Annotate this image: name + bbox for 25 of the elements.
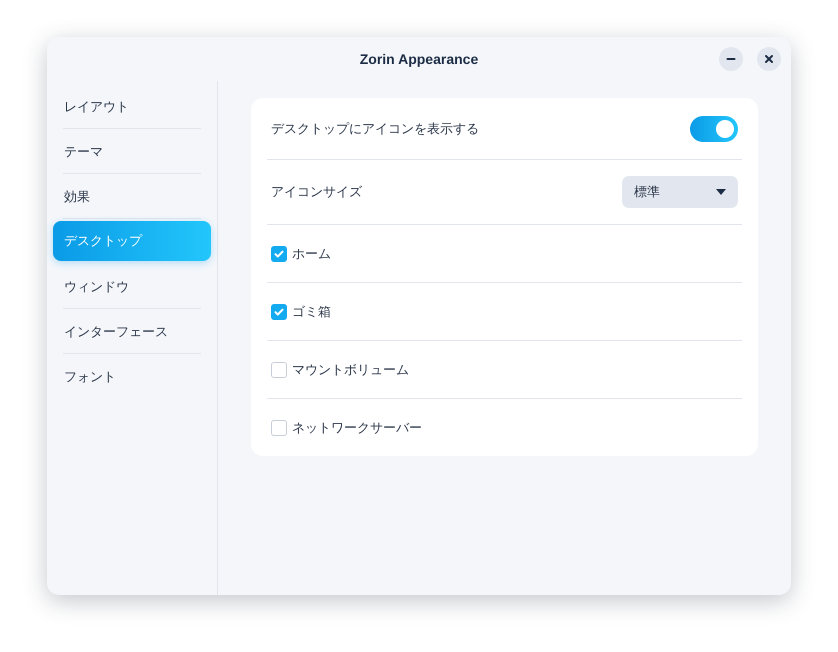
sidebar-item[interactable]: 効果 (53, 174, 211, 219)
checkbox[interactable] (271, 246, 287, 262)
minimize-button[interactable] (719, 47, 743, 71)
setting-label: デスクトップにアイコンを表示する (271, 120, 479, 138)
checkmark-icon (273, 248, 285, 260)
close-button[interactable] (757, 47, 781, 71)
sidebar-item[interactable]: ウィンドウ (53, 264, 211, 309)
checkbox-label: ホーム (292, 246, 331, 262)
window-title: Zorin Appearance (360, 51, 478, 67)
sidebar-item[interactable]: インターフェース (53, 309, 211, 354)
checkmark-icon (273, 306, 285, 318)
toggle-switch[interactable] (690, 116, 738, 142)
close-icon (764, 54, 774, 64)
checkbox-label: ネットワークサーバー (292, 420, 422, 436)
sidebar-item[interactable]: テーマ (53, 129, 211, 174)
sidebar-item[interactable]: フォント (53, 354, 211, 399)
sidebar-item[interactable]: レイアウト (53, 84, 211, 129)
checkbox-label: マウントボリューム (292, 362, 409, 378)
size-dropdown[interactable]: 標準 (622, 176, 738, 208)
setting-label: アイコンサイズ (271, 184, 362, 201)
caret-icon (716, 189, 726, 195)
checkbox[interactable] (271, 420, 287, 436)
checkbox[interactable] (271, 362, 287, 378)
checkbox-label: ゴミ箱 (292, 304, 331, 320)
checkbox[interactable] (271, 304, 287, 320)
